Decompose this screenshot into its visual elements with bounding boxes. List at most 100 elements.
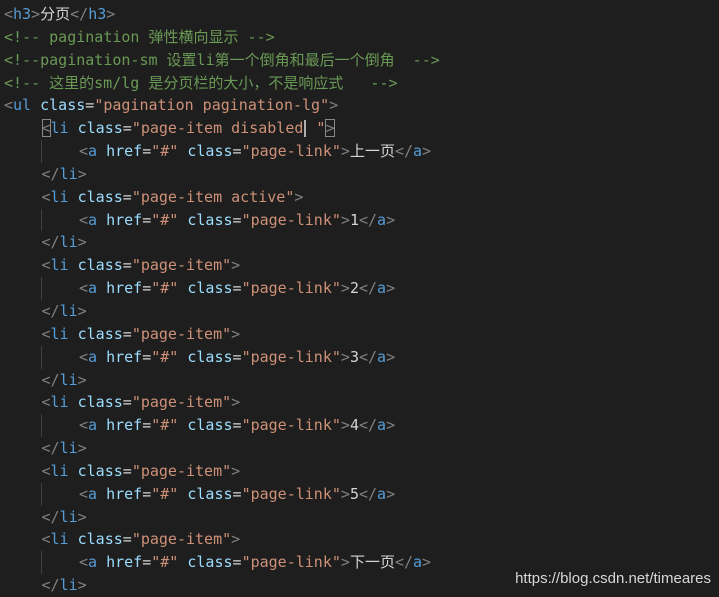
code-token-tag: a xyxy=(377,279,387,298)
code-line[interactable]: <ul class="pagination pagination-lg"> xyxy=(0,94,719,117)
code-token-eq: = xyxy=(122,187,132,206)
code-token-tag: li xyxy=(50,393,69,412)
code-token-attr: class xyxy=(77,119,123,138)
code-token-str: "#" xyxy=(151,416,179,435)
code-token-str: "#" xyxy=(151,279,179,298)
code-token-punct: > xyxy=(386,347,396,366)
code-line[interactable]: <a href="#" class="page-link">上一页</a> xyxy=(0,140,719,163)
code-token-punct: </ xyxy=(41,439,60,458)
code-token-punct: < xyxy=(79,279,89,298)
code-token-punct: > xyxy=(77,233,87,252)
code-token-str: "page-link" xyxy=(241,484,341,503)
code-token-eq: = xyxy=(142,416,152,435)
code-line[interactable]: <a href="#" class="page-link">4</a> xyxy=(0,414,719,438)
code-token-punct: < xyxy=(41,187,51,206)
code-token-comment: <!--pagination-sm 设置li第一个倒角和最后一个倒角 --> xyxy=(4,50,440,69)
code-line[interactable]: </li> xyxy=(0,506,719,529)
code-line[interactable]: <li class="page-item"> xyxy=(0,323,719,346)
code-line[interactable]: <li class="page-item"> xyxy=(0,254,719,277)
code-line[interactable]: <!--pagination-sm 设置li第一个倒角和最后一个倒角 --> xyxy=(0,49,719,72)
code-token-eq: = xyxy=(142,553,152,572)
code-token-eq: = xyxy=(85,96,95,115)
code-token-punct: > xyxy=(294,187,304,206)
code-token-tag: a xyxy=(88,279,98,298)
code-token-attr: class xyxy=(187,347,233,366)
code-token-punct: </ xyxy=(394,553,414,572)
code-token-eq: = xyxy=(122,530,132,549)
code-line[interactable]: </li> xyxy=(0,163,719,186)
code-line[interactable]: <li class="page-item"> xyxy=(0,528,719,551)
code-line[interactable]: <li class="page-item disabled "> xyxy=(0,117,719,140)
code-token-punct: > xyxy=(340,279,350,298)
code-token-tag: li xyxy=(59,164,78,183)
code-token-punct: < xyxy=(79,347,89,366)
code-token-str: "page-link" xyxy=(241,347,341,366)
code-token-punct: < xyxy=(79,142,89,161)
code-token-tag: li xyxy=(50,461,69,480)
code-token-punct: > xyxy=(325,119,335,138)
code-line[interactable]: <a href="#" class="page-link">2</a> xyxy=(0,277,719,300)
code-token-text: 分页 xyxy=(40,5,71,23)
code-token-eq: = xyxy=(122,461,132,480)
code-line[interactable]: <li class="page-item"> xyxy=(0,391,719,414)
code-token-punct: </ xyxy=(41,507,60,526)
code-token-tag: li xyxy=(59,439,78,458)
code-token-punct: > xyxy=(231,461,241,480)
code-token-tag: li xyxy=(59,507,78,526)
code-token-punct: > xyxy=(231,530,241,549)
code-token-eq: = xyxy=(122,393,132,412)
code-token-tag: li xyxy=(50,256,69,275)
code-token-punct: > xyxy=(386,279,396,298)
code-token-punct: < xyxy=(41,119,51,138)
indent-guide xyxy=(41,345,42,369)
code-line[interactable]: <a href="#" class="page-link">1</a> xyxy=(0,208,719,232)
code-line[interactable]: <!-- 这里的sm/lg 是分页栏的大小，不是响应式 --> xyxy=(0,72,719,95)
code-line[interactable]: </li> xyxy=(0,300,719,323)
code-token-punct: < xyxy=(79,416,89,435)
code-token-punct: > xyxy=(386,484,396,503)
code-line[interactable]: <li class="page-item"> xyxy=(0,460,719,483)
code-token-comment: <!-- pagination 弹性横向显示 --> xyxy=(4,27,275,46)
code-token-punct: > xyxy=(340,416,350,435)
code-lines[interactable]: <h3>分页</h3> <!-- pagination 弹性横向显示 --> <!-… xyxy=(0,3,719,597)
code-token-str: "page-item" xyxy=(131,393,232,412)
code-token-tag: a xyxy=(88,484,98,503)
code-token-tag: ul xyxy=(13,96,32,115)
code-token-str: "page-link" xyxy=(241,142,341,161)
code-token-tag: a xyxy=(88,553,98,572)
code-token-eq: = xyxy=(232,484,242,503)
code-token-punct: > xyxy=(77,370,87,389)
code-token-text: 4 xyxy=(349,416,359,435)
code-line[interactable]: </li> xyxy=(0,437,719,460)
code-token-str: "page-item" xyxy=(131,461,232,480)
code-token-eq: = xyxy=(142,484,152,503)
code-token-text: 上一页 xyxy=(349,142,395,161)
code-line[interactable]: </li> xyxy=(0,369,719,392)
code-token-punct: < xyxy=(41,461,51,480)
code-token-eq: = xyxy=(232,347,242,366)
code-token-tag: a xyxy=(88,416,98,435)
code-line[interactable]: <a href="#" class="page-link">3</a> xyxy=(0,345,719,369)
code-token-attr: class xyxy=(77,324,123,343)
code-token-attr: href xyxy=(106,347,143,366)
code-token-eq: = xyxy=(142,347,152,366)
code-token-punct: </ xyxy=(358,416,378,435)
indent-guide xyxy=(41,551,42,575)
code-token-str: "#" xyxy=(151,210,179,229)
code-line[interactable]: </li> xyxy=(0,231,719,254)
code-line[interactable]: <!-- pagination 弹性横向显示 --> xyxy=(0,26,719,49)
code-token-str: "page-link" xyxy=(241,210,341,229)
code-token-eq: = xyxy=(232,553,242,572)
code-token-str: "page-link" xyxy=(241,279,341,298)
code-token-punct: > xyxy=(77,164,87,183)
code-token-tag: a xyxy=(88,142,98,161)
code-token-text: 3 xyxy=(349,347,359,366)
code-editor[interactable]: <h3>分页</h3> <!-- pagination 弹性横向显示 --> <!-… xyxy=(0,0,719,597)
code-line[interactable]: <h3>分页</h3> xyxy=(0,3,719,26)
code-token-punct: </ xyxy=(41,164,60,183)
code-line[interactable]: <li class="page-item active"> xyxy=(0,186,719,209)
code-line[interactable]: <a href="#" class="page-link">5</a> xyxy=(0,482,719,506)
code-token-punct: </ xyxy=(358,210,378,229)
